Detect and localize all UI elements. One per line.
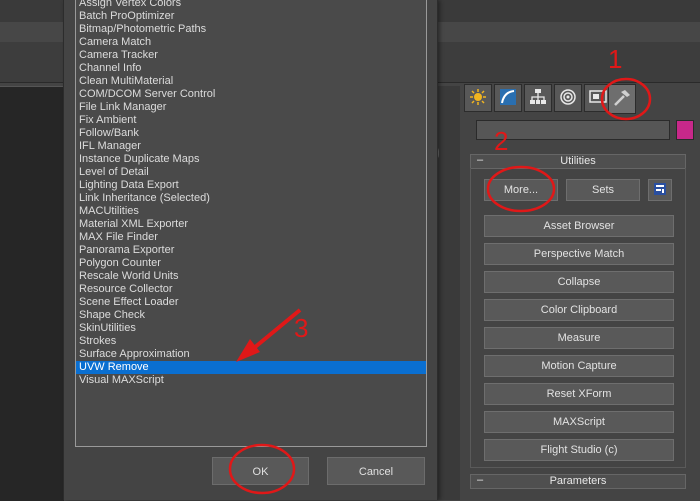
list-item[interactable]: Rescale World Units <box>76 270 426 283</box>
collapse-minus-icon: – <box>477 474 484 486</box>
list-item[interactable]: Follow/Bank <box>76 127 426 140</box>
utilities-hammer-icon <box>612 88 632 111</box>
create-icon <box>470 88 486 108</box>
list-item[interactable]: Link Inheritance (Selected) <box>76 192 426 205</box>
viewport[interactable] <box>0 86 64 501</box>
configure-button-sets[interactable] <box>648 179 672 201</box>
parameters-rollout-header[interactable]: – Parameters <box>470 474 686 489</box>
modify-icon <box>499 88 517 109</box>
configure-icon <box>653 182 667 199</box>
list-item[interactable]: Assign Vertex Colors <box>76 0 426 10</box>
color-clipboard-button[interactable]: Color Clipboard <box>484 299 674 321</box>
list-item[interactable]: MACUtilities <box>76 205 426 218</box>
utilities-dialog: Assign Vertex Colors Batch ProOptimizer Bi… <box>63 0 438 500</box>
annotation-step-2: 2 <box>494 126 509 156</box>
list-item[interactable]: Fix Ambient <box>76 114 426 127</box>
annotation-step-3: 3 <box>294 313 309 343</box>
list-item[interactable]: Strokes <box>76 335 426 348</box>
object-color-swatch[interactable] <box>676 120 694 140</box>
perspective-match-button[interactable]: Perspective Match <box>484 243 674 265</box>
tab-modify[interactable] <box>494 84 522 112</box>
utilities-list[interactable]: Assign Vertex Colors Batch ProOptimizer Bi… <box>75 0 427 447</box>
display-icon <box>589 88 607 109</box>
list-item[interactable]: UVW Remove <box>76 361 426 374</box>
measure-button[interactable]: Measure <box>484 327 674 349</box>
list-item[interactable]: Clean MultiMaterial <box>76 75 426 88</box>
list-item[interactable]: Batch ProOptimizer <box>76 10 426 23</box>
collapse-button[interactable]: Collapse <box>484 271 674 293</box>
list-item[interactable]: Camera Match <box>76 36 426 49</box>
list-item[interactable]: Shape Check <box>76 309 426 322</box>
tab-create[interactable] <box>464 84 492 112</box>
hierarchy-icon <box>529 88 547 109</box>
list-item[interactable]: Scene Effect Loader <box>76 296 426 309</box>
tab-hierarchy[interactable] <box>524 84 552 112</box>
motion-capture-button[interactable]: Motion Capture <box>484 355 674 377</box>
parameters-title: Parameters <box>549 475 607 487</box>
list-item[interactable]: Bitmap/Photometric Paths <box>76 23 426 36</box>
utilities-title: Utilities <box>560 155 596 167</box>
list-item[interactable]: Visual MAXScript <box>76 374 426 387</box>
list-item[interactable]: Channel Info <box>76 62 426 75</box>
list-item[interactable]: Instance Duplicate Maps <box>76 153 426 166</box>
cancel-button[interactable]: Cancel <box>327 457 425 485</box>
list-item[interactable]: MAX File Finder <box>76 231 426 244</box>
list-item[interactable]: Resource Collector <box>76 283 426 296</box>
viewport-edge <box>436 86 460 500</box>
list-item[interactable]: Surface Approximation <box>76 348 426 361</box>
flight-studio-button[interactable]: Flight Studio (c) <box>484 439 674 461</box>
collapse-minus-icon: – <box>477 154 484 166</box>
list-item[interactable]: SkinUtilities <box>76 322 426 335</box>
annotation-step-1: 1 <box>608 44 623 74</box>
maxscript-button[interactable]: MAXScript <box>484 411 674 433</box>
reset-xform-button[interactable]: Reset XForm <box>484 383 674 405</box>
list-item[interactable]: Camera Tracker <box>76 49 426 62</box>
list-item[interactable]: Panorama Exporter <box>76 244 426 257</box>
list-item[interactable]: File Link Manager <box>76 101 426 114</box>
list-item[interactable]: Polygon Counter <box>76 257 426 270</box>
list-item[interactable]: Material XML Exporter <box>76 218 426 231</box>
list-item[interactable]: Lighting Data Export <box>76 179 426 192</box>
more-button[interactable]: More... <box>484 179 558 201</box>
tab-utilities[interactable] <box>608 84 636 114</box>
list-item[interactable]: IFL Manager <box>76 140 426 153</box>
tab-motion[interactable] <box>554 84 582 112</box>
list-item[interactable]: Level of Detail <box>76 166 426 179</box>
sets-button[interactable]: Sets <box>566 179 640 201</box>
ok-button[interactable]: OK <box>212 457 309 485</box>
asset-browser-button[interactable]: Asset Browser <box>484 215 674 237</box>
motion-icon <box>559 88 577 109</box>
list-item[interactable]: COM/DCOM Server Control <box>76 88 426 101</box>
